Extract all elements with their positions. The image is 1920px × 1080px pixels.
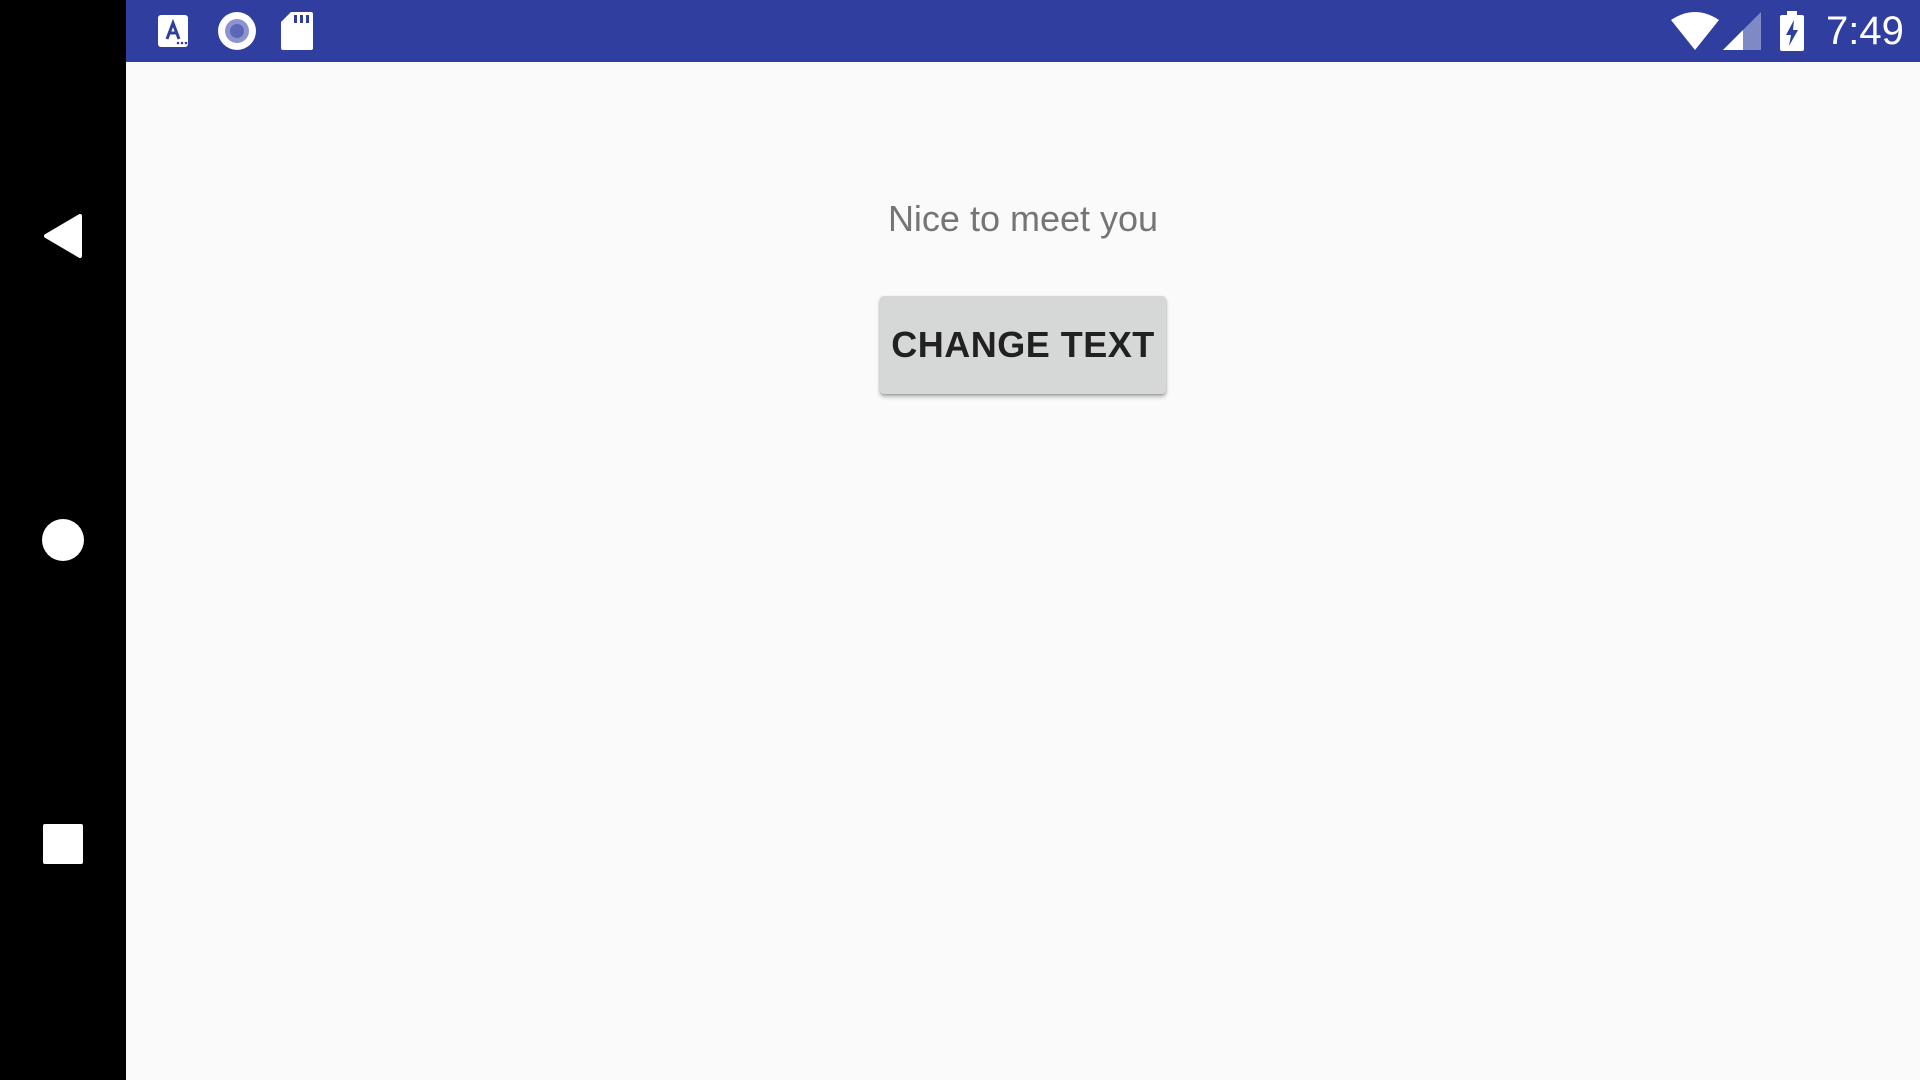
back-icon	[44, 214, 82, 258]
battery-charging-icon	[1778, 0, 1806, 62]
sd-card-icon	[280, 0, 314, 62]
greeting-text: Nice to meet you	[887, 198, 1159, 239]
cell-signal-icon	[1722, 0, 1762, 62]
wifi-icon	[1670, 0, 1720, 62]
home-button[interactable]	[33, 510, 93, 570]
app-content: Nice to meet you CHANGE TEXT	[126, 62, 1920, 1080]
recents-button[interactable]	[33, 814, 93, 874]
back-button[interactable]	[33, 206, 93, 266]
home-icon	[42, 519, 84, 561]
recents-icon	[43, 824, 83, 864]
navigation-bar	[0, 0, 126, 1080]
change-text-button[interactable]: CHANGE TEXT	[880, 296, 1166, 394]
clock: 7:49	[1826, 9, 1904, 53]
status-bar: 7:49	[126, 0, 1920, 62]
accessibility-a-icon	[156, 0, 190, 62]
radio-button-icon	[216, 0, 258, 62]
